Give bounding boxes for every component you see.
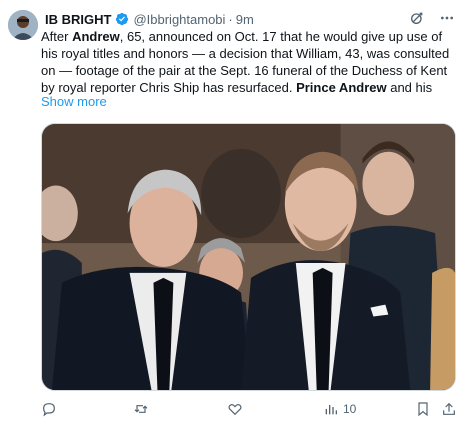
tweet-text-bold: Prince Andrew: [296, 80, 387, 95]
separator-dot: ·: [228, 11, 233, 27]
author-handle[interactable]: @Ibbrightamobi: [133, 12, 225, 27]
retweet-button[interactable]: [133, 400, 149, 418]
tweet-header: IB BRIGHT @Ibbrightamobi · 9m: [45, 10, 455, 28]
reply-icon: [41, 401, 57, 417]
tweet-timestamp[interactable]: 9m: [236, 12, 254, 27]
views-icon: [323, 401, 339, 417]
more-icon[interactable]: [439, 10, 455, 26]
like-icon: [227, 401, 243, 417]
avatar[interactable]: [8, 10, 38, 40]
tweet-photo[interactable]: [41, 123, 456, 391]
views-button[interactable]: 10: [323, 400, 356, 418]
share-button[interactable]: [441, 400, 457, 418]
tweet-text-bold: Andrew: [72, 29, 120, 44]
tweet-actions: 10: [41, 400, 459, 420]
tweet-text-segment: After: [41, 29, 73, 44]
views-count: 10: [343, 402, 357, 416]
verified-badge-icon: [115, 12, 129, 26]
tweet-text-segment: and his: [386, 80, 433, 95]
reply-button[interactable]: [41, 400, 57, 418]
author-display-name[interactable]: IB BRIGHT: [45, 12, 111, 27]
tweet-text: After Andrew, 65, announced on Oct. 17 t…: [41, 28, 459, 96]
bookmark-button[interactable]: [415, 400, 431, 418]
show-more-link[interactable]: Show more: [41, 94, 107, 109]
grok-icon[interactable]: [409, 10, 425, 26]
header-actions: [409, 10, 455, 26]
like-button[interactable]: [227, 400, 243, 418]
retweet-icon: [133, 401, 149, 417]
tweet: IB BRIGHT @Ibbrightamobi · 9m After Andr…: [0, 0, 465, 428]
share-icon: [441, 401, 457, 417]
bookmark-icon: [415, 401, 431, 417]
